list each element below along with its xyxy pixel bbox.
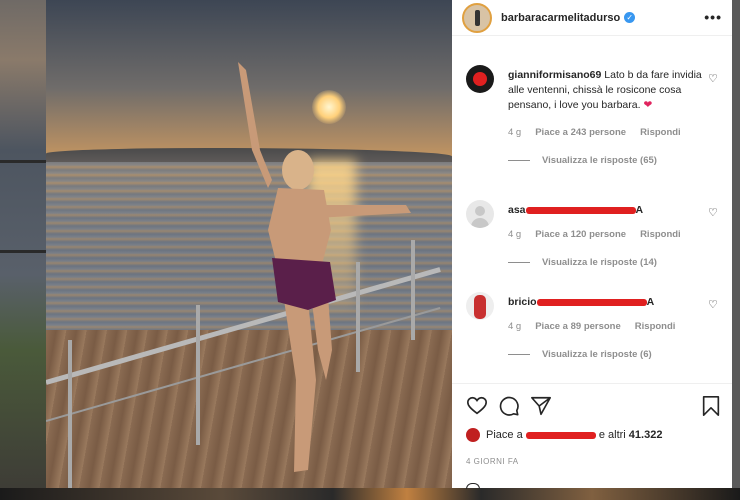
comment-meta: 4 g Piace a 120 persone Rispondi <box>508 229 702 240</box>
author-avatar[interactable] <box>462 2 492 33</box>
emoji-icon[interactable] <box>466 483 480 489</box>
comment-item: gianniformisano69 Lato b da fare invidia… <box>452 49 732 166</box>
comment-like-heart-icon[interactable]: ♡ <box>708 300 718 311</box>
post-timestamp: 4 GIORNI FA <box>466 457 519 466</box>
comment-icon[interactable] <box>498 395 520 417</box>
photo-dancer-figure <box>238 62 411 472</box>
bookmark-icon[interactable] <box>700 395 722 417</box>
more-options-icon[interactable]: ••• <box>704 9 722 25</box>
comment-age: 4 g <box>508 321 522 332</box>
comment-likes[interactable]: Piace a 243 persone <box>535 127 626 138</box>
background-feed-right <box>732 0 740 500</box>
redaction-mark <box>536 298 647 306</box>
redaction-mark <box>525 206 636 214</box>
comment-meta: 4 g Piace a 89 persone Rispondi <box>508 321 702 332</box>
commenter-avatar[interactable] <box>466 65 494 93</box>
heart-emoji: ❤ <box>643 99 653 111</box>
comment-list: gianniformisano69 Lato b da fare invidia… <box>452 49 732 383</box>
comment-likes[interactable]: Piace a 89 persone <box>535 321 621 332</box>
heart-icon[interactable] <box>466 395 488 417</box>
comment-text: gianniformisano69 Lato b da fare invidia… <box>508 69 702 111</box>
author-username[interactable]: barbaracarmelitadurso <box>501 12 620 24</box>
background-rail <box>0 160 46 163</box>
comment-meta: 4 g Piace a 243 persone Rispondi <box>508 127 702 138</box>
background-feed-bottom <box>0 488 740 500</box>
likes-summary[interactable]: Piace a e altri 41.322 <box>466 428 662 442</box>
commenter-avatar[interactable] <box>466 292 494 320</box>
comment-likes[interactable]: Piace a 120 persone <box>535 229 626 240</box>
reply-button[interactable]: Rispondi <box>640 127 681 138</box>
view-replies-button[interactable]: Visualizza le risposte (6) <box>508 349 702 360</box>
background-feed-left <box>0 0 46 500</box>
commenter-username[interactable]: bricio A <box>508 296 654 308</box>
view-replies-button[interactable]: Visualizza le risposte (14) <box>508 257 702 268</box>
background-rail <box>0 250 46 253</box>
reply-button[interactable]: Rispondi <box>635 321 676 332</box>
post-photo[interactable]: › <box>46 0 452 488</box>
verified-badge-icon: ✓ <box>624 12 636 23</box>
likes-count: 41.322 <box>628 429 663 441</box>
share-icon[interactable] <box>530 395 552 417</box>
comment-item: bricio A 4 g Piace a 89 persone Rispondi … <box>452 285 732 377</box>
view-replies-button[interactable]: Visualizza le risposte (65) <box>508 155 702 166</box>
comment-age: 4 g <box>508 229 522 240</box>
comment-item: asa A 4 g Piace a 120 persone Rispondi Vi… <box>452 193 732 285</box>
comment-like-heart-icon[interactable]: ♡ <box>708 208 718 219</box>
post-detail-panel: barbaracarmelitadurso ✓ ••• gianniformis… <box>452 0 732 489</box>
commenter-avatar[interactable] <box>466 200 494 228</box>
commenter-username[interactable]: gianniformisano69 <box>508 69 601 81</box>
post-actions: Piace a e altri 41.322 4 GIORNI FA <box>452 383 732 489</box>
comment-text: bricio A <box>508 285 702 310</box>
post-header: barbaracarmelitadurso ✓ ••• <box>452 0 732 36</box>
comment-text: asa A <box>508 193 702 218</box>
reply-button[interactable]: Rispondi <box>640 229 681 240</box>
liker-avatar <box>466 428 480 442</box>
redaction-mark <box>525 431 596 439</box>
comment-like-heart-icon[interactable]: ♡ <box>708 74 718 85</box>
commenter-username[interactable]: asa A <box>508 204 643 216</box>
action-buttons <box>466 395 552 417</box>
comment-age: 4 g <box>508 127 522 138</box>
